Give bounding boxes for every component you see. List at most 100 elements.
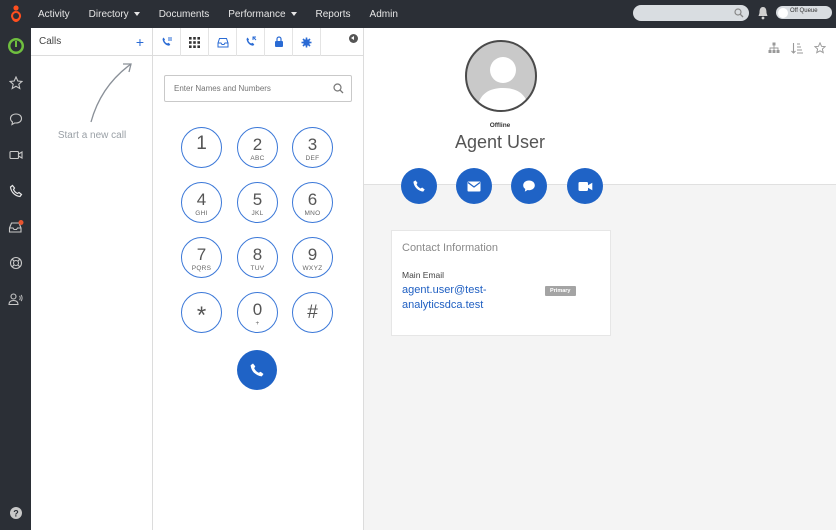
avatar <box>465 40 537 112</box>
nav-performance[interactable]: Performance <box>228 9 297 20</box>
key-letters: WXYZ <box>302 265 323 272</box>
collapse-panel-button[interactable] <box>349 34 358 43</box>
dial-call-button[interactable] <box>237 350 277 390</box>
phone-icon <box>9 184 22 198</box>
sidebar-item-help[interactable]: ? <box>0 498 31 528</box>
key-digit: # <box>307 302 318 323</box>
video-contact-button[interactable] <box>567 168 603 204</box>
global-search-input[interactable] <box>633 5 749 21</box>
email-icon <box>467 181 481 191</box>
phone-list-icon <box>162 37 172 46</box>
search-icon <box>333 83 344 94</box>
key-letters: MNO <box>304 210 321 217</box>
sidebar-item-people[interactable] <box>0 284 31 314</box>
key-digit: 0 <box>252 300 263 319</box>
phone-history-icon <box>246 36 256 46</box>
tab-call-history[interactable] <box>237 28 265 56</box>
start-call-hint: Start a new call <box>57 130 127 141</box>
main-email-link[interactable]: agent.user@test- analyticsdca.test <box>402 283 532 313</box>
email-line-2: analyticsdca.test <box>402 299 484 311</box>
dialpad-key-1[interactable]: 1 <box>181 127 222 168</box>
tab-voicemail[interactable] <box>209 28 237 56</box>
contact-name: Agent User <box>454 132 546 152</box>
person-silhouette-icon <box>477 57 529 110</box>
chevron-down-icon <box>133 12 140 16</box>
main-nav: Activity Directory Documents Performance… <box>38 0 417 28</box>
key-digit: 2 <box>252 135 263 154</box>
notifications-bell-icon[interactable] <box>757 6 769 20</box>
key-letters: PQRS <box>191 265 212 272</box>
phone-icon <box>250 363 264 377</box>
email-contact-button[interactable] <box>456 168 492 204</box>
nav-directory[interactable]: Directory <box>89 9 140 20</box>
queue-toggle[interactable]: Off Queue <box>776 6 832 19</box>
nav-activity-label: Activity <box>38 8 70 20</box>
phone-icon <box>413 180 425 192</box>
key-digit: 8 <box>252 245 263 264</box>
key-letters: TUV <box>250 265 265 272</box>
dialpad-tabs <box>153 28 364 56</box>
dialpad-key-0[interactable]: 0 + <box>237 292 278 333</box>
sidebar-item-video[interactable] <box>0 140 31 170</box>
video-icon <box>8 150 23 160</box>
tab-settings[interactable] <box>293 28 321 56</box>
add-call-button[interactable]: + <box>136 35 144 49</box>
status-icon <box>7 38 24 54</box>
genesys-logo-icon[interactable] <box>8 4 24 24</box>
dialpad-key-2[interactable]: 2 ABC <box>237 127 278 168</box>
org-chart-icon[interactable] <box>768 42 780 54</box>
key-digit: 4 <box>196 190 207 209</box>
dialpad-key-3[interactable]: 3 DEF <box>292 127 333 168</box>
sidebar-item-inbox[interactable] <box>0 212 31 242</box>
nav-documents[interactable]: Documents <box>159 9 210 20</box>
dialpad-key-4[interactable]: 4 GHI <box>181 182 222 223</box>
key-digit: * <box>196 302 207 329</box>
chat-icon <box>9 113 22 126</box>
nav-reports-label: Reports <box>315 8 351 20</box>
dial-search-input[interactable] <box>164 75 352 102</box>
key-digit: 9 <box>307 245 318 264</box>
svg-text:?: ? <box>13 509 19 519</box>
dialpad-key-6[interactable]: 6 MNO <box>292 182 333 223</box>
dialpad-panel: 1 2ABC 3DEF 4GHI 5JKL 6MNO 7PQRS 8TUV 9W… <box>153 28 364 530</box>
key-letters: GHI <box>195 210 208 217</box>
help-icon: ? <box>9 507 22 519</box>
tab-dialpad[interactable] <box>181 28 209 56</box>
email-line-1: agent.user@test- <box>402 284 487 296</box>
main-email-label: Main Email <box>402 270 445 280</box>
lock-phone-icon <box>274 36 283 47</box>
chat-contact-button[interactable] <box>511 168 547 204</box>
dialpad-key-5[interactable]: 5 JKL <box>237 182 278 223</box>
sort-icon[interactable] <box>791 42 803 54</box>
sidebar-item-status[interactable] <box>0 31 31 61</box>
dialpad-key-star[interactable]: * <box>181 292 222 333</box>
tab-active-calls[interactable] <box>153 28 181 56</box>
key-letters: JKL <box>251 210 264 217</box>
queue-toggle-label: Off Queue <box>790 8 818 14</box>
sidebar-item-favorites[interactable] <box>0 68 31 98</box>
toggle-knob <box>778 7 788 18</box>
dialpad-key-7[interactable]: 7 PQRS <box>181 237 222 278</box>
sidebar-item-chat[interactable] <box>0 104 31 134</box>
nav-activity[interactable]: Activity <box>38 9 70 20</box>
calls-header: Calls + <box>31 28 152 56</box>
call-contact-button[interactable] <box>401 168 437 204</box>
nav-admin[interactable]: Admin <box>370 9 398 20</box>
star-icon <box>8 76 23 90</box>
dialpad-key-8[interactable]: 8 TUV <box>237 237 278 278</box>
inbox-icon <box>8 220 23 233</box>
presence-status: Offline <box>489 122 511 129</box>
key-digit: 3 <box>307 135 318 154</box>
dialpad-key-9[interactable]: 9 WXYZ <box>292 237 333 278</box>
lifebuoy-icon <box>9 256 22 270</box>
star-icon[interactable] <box>814 42 826 54</box>
contact-header: Offline Agent User <box>364 28 836 185</box>
key-digit: 5 <box>252 190 263 209</box>
sidebar-item-calls[interactable] <box>0 176 31 206</box>
tab-voicemail-box[interactable] <box>265 28 293 56</box>
dialpad-key-hash[interactable]: # <box>292 292 333 333</box>
sidebar-item-support[interactable] <box>0 248 31 278</box>
key-letters: DEF <box>305 155 320 162</box>
nav-directory-label: Directory <box>88 8 129 20</box>
nav-reports[interactable]: Reports <box>316 9 351 20</box>
